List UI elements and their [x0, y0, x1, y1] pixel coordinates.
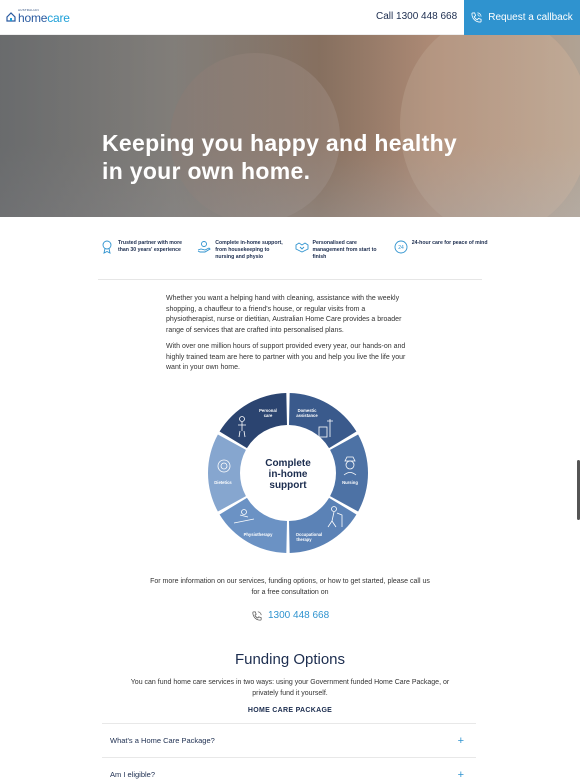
feature-text: Personalised care management from start …: [312, 240, 377, 260]
site-header: AUSTRALIAN homecare Call 1300 448 668 Re…: [0, 0, 580, 35]
logo-main-text: homecare: [18, 12, 70, 24]
wheel-segment-nursing[interactable]: [330, 434, 368, 512]
funding-title: Funding Options: [234, 651, 346, 668]
plus-icon[interactable]: +: [458, 769, 464, 781]
award-icon: [102, 240, 112, 254]
phone-cta-link[interactable]: 1300 448 668: [252, 610, 342, 621]
house-logo-icon: [6, 11, 16, 22]
accordion-label: What's a Home Care Package?: [110, 736, 215, 745]
handshake-icon: [295, 242, 308, 253]
intro-paragraph: Whether you want a helping hand with cle…: [166, 295, 402, 334]
faq-accordion: What's a Home Care Package? + Am I eligi…: [102, 723, 476, 782]
funding-text: You can fund home care services in two w…: [130, 679, 450, 697]
segment-label-nursing: Nursing: [342, 480, 358, 485]
services-wheel: Complete in-home support Personal care D…: [206, 391, 370, 555]
plus-icon[interactable]: +: [458, 735, 464, 747]
svg-text:24: 24: [398, 245, 404, 251]
intro-paragraph: With over one million hours of support p…: [166, 343, 406, 371]
segment-label-dietetics: Dietetics: [214, 480, 232, 485]
segment-label-domestic-assistance: assistance: [296, 413, 318, 418]
hero-banner: Keeping you happy and healthy in your ow…: [0, 35, 580, 217]
feature-text: Complete in-home support, from housekeep…: [215, 240, 283, 260]
request-callback-label: Request a callback: [488, 12, 573, 23]
more-info-text: For more information on our services, fu…: [150, 578, 430, 596]
logo-home-word: home: [18, 11, 48, 25]
logo[interactable]: AUSTRALIAN homecare: [6, 9, 70, 24]
accordion-item-what-is-hcp[interactable]: What's a Home Care Package? +: [102, 723, 476, 757]
accordion-item-eligibility[interactable]: Am I eligible? +: [102, 757, 476, 782]
clock-24-icon: 24: [394, 240, 408, 254]
phone-icon: [252, 610, 262, 621]
wheel-segment-dietetics[interactable]: [208, 434, 246, 512]
phone-cta-number: 1300 448 668: [268, 610, 330, 621]
wheel-center-line: in-home: [269, 469, 308, 480]
feature-text: 24-hour care for peace of mind: [411, 240, 488, 246]
wheel-center-line: Complete: [265, 458, 311, 469]
phone-icon: [471, 12, 482, 23]
accordion-label: Am I eligible?: [110, 770, 156, 779]
intro-text: Whether you want a helping hand with cle…: [166, 294, 416, 380]
feature-item: Complete in-home support, from housekeep…: [197, 240, 284, 270]
request-callback-button[interactable]: Request a callback: [464, 0, 580, 35]
logo-text: AUSTRALIAN homecare: [18, 9, 70, 25]
feature-item: Personalised care management from start …: [295, 240, 384, 270]
wheel-center-line: support: [269, 480, 307, 491]
helping-hand-icon: [198, 241, 211, 253]
logo-care-word: care: [47, 11, 70, 25]
home-care-package-label: HOME CARE PACKAGE: [247, 707, 333, 714]
segment-label-occupational-therapy: therapy: [296, 537, 312, 542]
feature-item: 24 24-hour care for peace of mind: [394, 240, 510, 270]
segment-label-personal-care: care: [264, 413, 273, 418]
hero-title: Keeping you happy and healthy in your ow…: [102, 130, 458, 184]
segment-label-physiotherapy: Physiotherapy: [244, 532, 274, 537]
services-wheel-graphic: Complete in-home support Personal care D…: [208, 393, 368, 553]
hero-overlay: [0, 35, 580, 217]
section-divider: [98, 279, 482, 280]
feature-text: Trusted partner with more than 30 years'…: [118, 240, 182, 253]
feature-item: Trusted partner with more than 30 years'…: [100, 240, 187, 270]
call-phone-link[interactable]: Call 1300 448 668: [376, 11, 457, 22]
features-strip: Trusted partner with more than 30 years'…: [100, 240, 510, 270]
